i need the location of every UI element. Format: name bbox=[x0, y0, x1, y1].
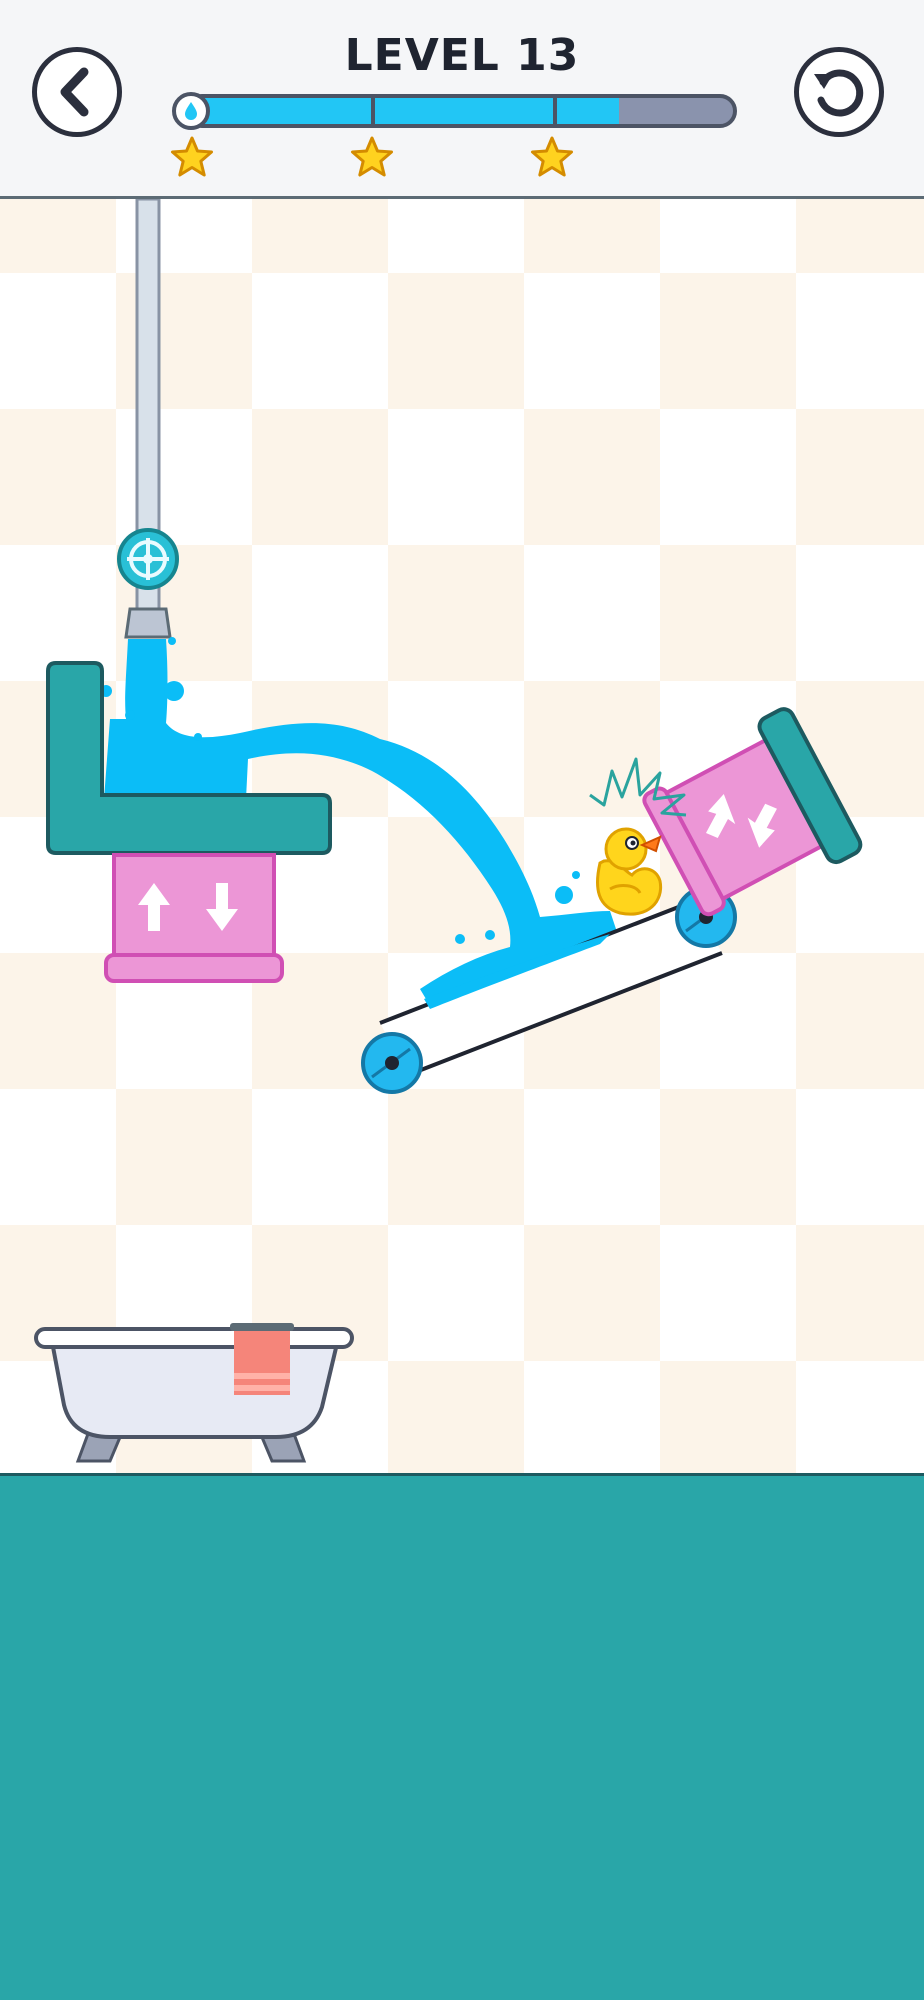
pulley-left bbox=[361, 1032, 423, 1094]
wall-tile bbox=[388, 199, 524, 273]
wall-tile bbox=[660, 1225, 796, 1361]
star-icon bbox=[171, 136, 213, 177]
restart-button[interactable] bbox=[794, 47, 884, 137]
wall-tile bbox=[660, 953, 796, 1089]
wall-tile bbox=[660, 273, 796, 409]
wall-tile bbox=[796, 953, 924, 1089]
wall-tile bbox=[388, 1225, 524, 1361]
wall-tile bbox=[660, 1089, 796, 1225]
vertical-piston[interactable] bbox=[104, 853, 284, 983]
level-title: LEVEL 13 bbox=[344, 30, 580, 81]
wall-tile bbox=[524, 1089, 660, 1225]
wall-tile bbox=[660, 199, 796, 273]
floor bbox=[0, 1473, 924, 2000]
wall-tile bbox=[252, 199, 388, 273]
wall-tile bbox=[388, 409, 524, 545]
wall-tile bbox=[524, 1225, 660, 1361]
wall-tile bbox=[116, 1089, 252, 1225]
wall-tile bbox=[388, 545, 524, 681]
wall-tile bbox=[252, 1089, 388, 1225]
wall-tile bbox=[796, 1361, 924, 1473]
wall-tile bbox=[252, 545, 388, 681]
restart-icon bbox=[814, 69, 864, 117]
wall-tile bbox=[0, 953, 116, 1089]
wall-tile bbox=[0, 1089, 116, 1225]
wall-tile bbox=[524, 199, 660, 273]
wall-tile bbox=[524, 409, 660, 545]
wall-tile bbox=[0, 409, 116, 545]
wall-tile bbox=[796, 545, 924, 681]
game-scene bbox=[0, 199, 924, 1473]
wall-tile bbox=[796, 273, 924, 409]
wall-tile bbox=[388, 1089, 524, 1225]
progress-divider bbox=[553, 98, 557, 124]
wall-tile bbox=[0, 545, 116, 681]
wall-tile bbox=[388, 1361, 524, 1473]
wall-tile bbox=[660, 545, 796, 681]
wall-tile bbox=[252, 273, 388, 409]
wall-tile bbox=[0, 273, 116, 409]
wall-tile bbox=[0, 199, 116, 273]
wall-tile bbox=[524, 545, 660, 681]
faucet-nozzle bbox=[124, 607, 172, 639]
towel-icon bbox=[230, 1323, 294, 1395]
rubber-duck-icon bbox=[596, 827, 663, 916]
star-icon bbox=[531, 136, 573, 177]
wall-tile bbox=[252, 409, 388, 545]
wall-tile bbox=[796, 1225, 924, 1361]
water-progress-bar bbox=[185, 94, 737, 128]
wall-tile bbox=[660, 1361, 796, 1473]
valve-icon[interactable] bbox=[117, 528, 179, 590]
progress-divider bbox=[371, 98, 375, 124]
top-bar: LEVEL 13 bbox=[0, 0, 924, 199]
wall-tile bbox=[796, 1089, 924, 1225]
wall-tile bbox=[524, 1361, 660, 1473]
wall-tile bbox=[660, 409, 796, 545]
wall-tile bbox=[524, 273, 660, 409]
wall-tile bbox=[796, 199, 924, 273]
wall-tile bbox=[796, 409, 924, 545]
star-icon bbox=[351, 136, 393, 177]
water-drop-icon bbox=[172, 92, 210, 130]
wall-tile bbox=[388, 273, 524, 409]
